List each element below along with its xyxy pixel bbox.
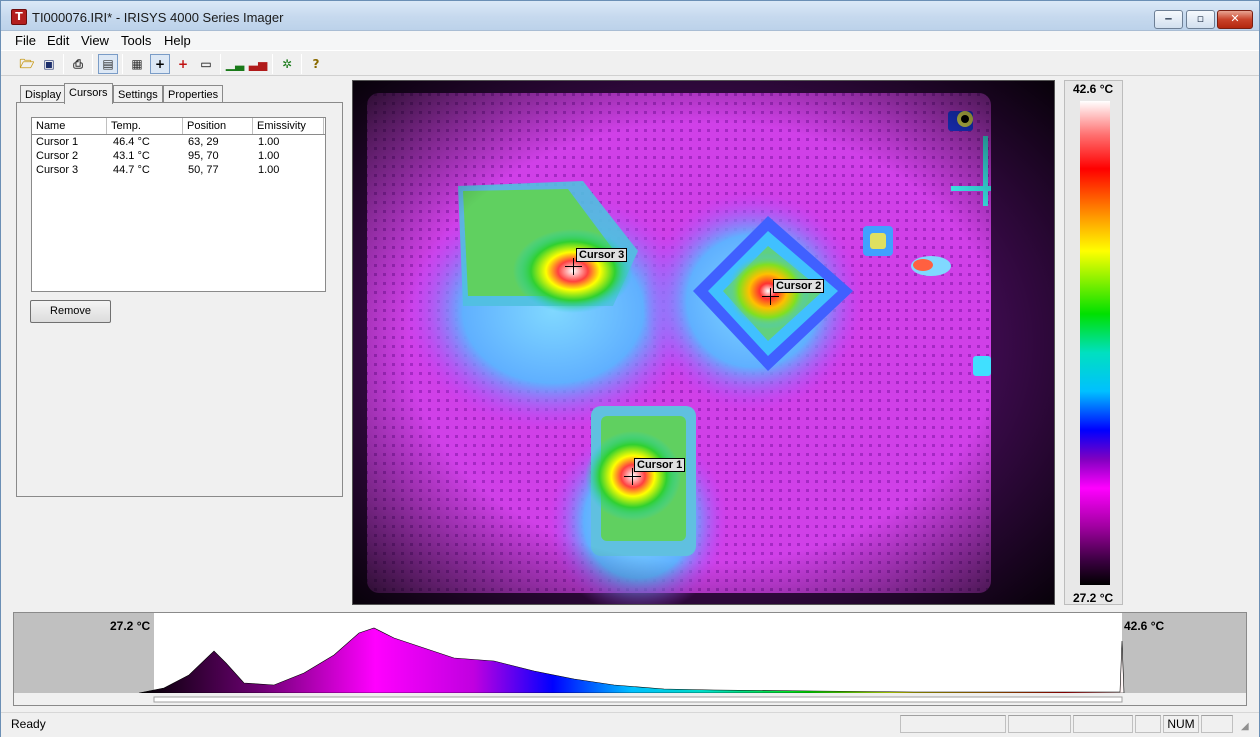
thermal-image[interactable]: Cursor 1 Cursor 2 Cursor 3 xyxy=(352,80,1055,616)
delta-cursor-icon[interactable]: + xyxy=(173,54,193,74)
histogram[interactable]: 27.2 °C 42.6 °C xyxy=(13,612,1247,706)
toolbar-separator xyxy=(301,54,302,74)
save-icon[interactable]: ▣ xyxy=(39,54,59,74)
scale-min-label: 27.2 °C xyxy=(1073,591,1114,605)
close-button[interactable]: ✕ xyxy=(1217,10,1253,29)
num-lock-indicator: NUM xyxy=(1163,715,1199,733)
cell-emissivity: 1.00 xyxy=(258,164,280,176)
menu-file[interactable]: File xyxy=(15,33,36,48)
column-header-emissivity[interactable]: Emissivity xyxy=(253,118,324,134)
thermal-image-canvas xyxy=(353,81,1054,616)
open-folder-icon[interactable]: 🗁 xyxy=(17,54,37,74)
cell-position: 63, 29 xyxy=(188,136,219,148)
app-window: T TI000076.IRI* - IRISYS 4000 Series Ima… xyxy=(0,0,1260,737)
menu-view[interactable]: View xyxy=(81,33,109,48)
area-box-icon[interactable]: ▭ xyxy=(196,54,216,74)
maximize-button[interactable]: ▫ xyxy=(1186,10,1215,29)
column-header-temp[interactable]: Temp. xyxy=(107,118,183,134)
status-pane xyxy=(1201,715,1233,733)
table-row[interactable]: Cursor 2 43.1 °C 95, 70 1.00 xyxy=(32,150,325,164)
histogram-min-label: 27.2 °C xyxy=(110,619,151,633)
cell-emissivity: 1.00 xyxy=(258,150,280,162)
status-pane xyxy=(1073,715,1133,733)
help-icon[interactable]: ? xyxy=(306,54,326,74)
status-bar: Ready NUM ◢ xyxy=(1,712,1259,737)
menu-tools[interactable]: Tools xyxy=(121,33,151,48)
status-pane xyxy=(1008,715,1071,733)
title-bar[interactable]: T TI000076.IRI* - IRISYS 4000 Series Ima… xyxy=(1,1,1259,31)
scale-max-label: 42.6 °C xyxy=(1073,82,1114,96)
report-icon[interactable]: ▦ xyxy=(127,54,147,74)
tab-cursors[interactable]: Cursors xyxy=(64,83,113,104)
color-scale-bar xyxy=(1080,101,1110,585)
cursor-3-label: Cursor 3 xyxy=(576,248,628,262)
cell-temp: 46.4 °C xyxy=(113,136,150,148)
menu-bar: File Edit View Tools Help xyxy=(1,31,1259,50)
remove-button[interactable]: Remove xyxy=(30,300,111,323)
line-profile-icon[interactable]: ✲ xyxy=(277,54,297,74)
minimize-button[interactable]: ‒ xyxy=(1154,10,1183,29)
histogram-range-icon[interactable]: ▃▅ xyxy=(248,54,268,74)
cursor-list[interactable]: Name Temp. Position Emissivity Cursor 1 … xyxy=(31,117,326,292)
status-text: Ready xyxy=(11,717,46,731)
window-title: TI000076.IRI* - IRISYS 4000 Series Image… xyxy=(32,10,284,25)
table-row[interactable]: Cursor 3 44.7 °C 50, 77 1.00 xyxy=(32,164,325,178)
histogram-plot xyxy=(14,613,1246,705)
histogram-icon[interactable]: ▁▃ xyxy=(225,54,245,74)
histogram-max-label: 42.6 °C xyxy=(1124,619,1165,633)
toolbar-separator xyxy=(220,54,221,74)
cell-name: Cursor 3 xyxy=(36,164,79,176)
menu-help[interactable]: Help xyxy=(164,33,191,48)
cursor-1-label: Cursor 1 xyxy=(634,458,686,472)
toolbar-separator xyxy=(122,54,123,74)
list-header: Name Temp. Position Emissivity xyxy=(32,118,325,135)
menu-edit[interactable]: Edit xyxy=(47,33,69,48)
status-pane xyxy=(900,715,1006,733)
column-header-position[interactable]: Position xyxy=(183,118,253,134)
cell-name: Cursor 1 xyxy=(36,136,79,148)
toolbar-separator xyxy=(272,54,273,74)
column-header-name[interactable]: Name xyxy=(32,118,107,134)
cell-emissivity: 1.00 xyxy=(258,136,280,148)
print-icon[interactable]: ⎙ xyxy=(68,54,88,74)
cell-position: 95, 70 xyxy=(188,150,219,162)
cell-name: Cursor 2 xyxy=(36,150,79,162)
toolbar: 🗁 ▣ ⎙ ▤ ▦ + + ▭ ▁▃ ▃▅ ✲ ? xyxy=(1,50,1259,76)
table-row[interactable]: Cursor 1 46.4 °C 63, 29 1.00 xyxy=(32,136,325,150)
crosshair-cursor-icon[interactable]: + xyxy=(150,54,170,74)
cell-temp: 44.7 °C xyxy=(113,164,150,176)
properties-icon[interactable]: ▤ xyxy=(98,54,118,74)
cell-position: 50, 77 xyxy=(188,164,219,176)
cell-temp: 43.1 °C xyxy=(113,150,150,162)
app-icon: T xyxy=(11,9,27,25)
status-pane xyxy=(1135,715,1161,733)
cursor-2-label: Cursor 2 xyxy=(773,279,825,293)
toolbar-separator xyxy=(63,54,64,74)
toolbar-separator xyxy=(92,54,93,74)
resize-grip-icon[interactable]: ◢ xyxy=(1241,721,1249,732)
